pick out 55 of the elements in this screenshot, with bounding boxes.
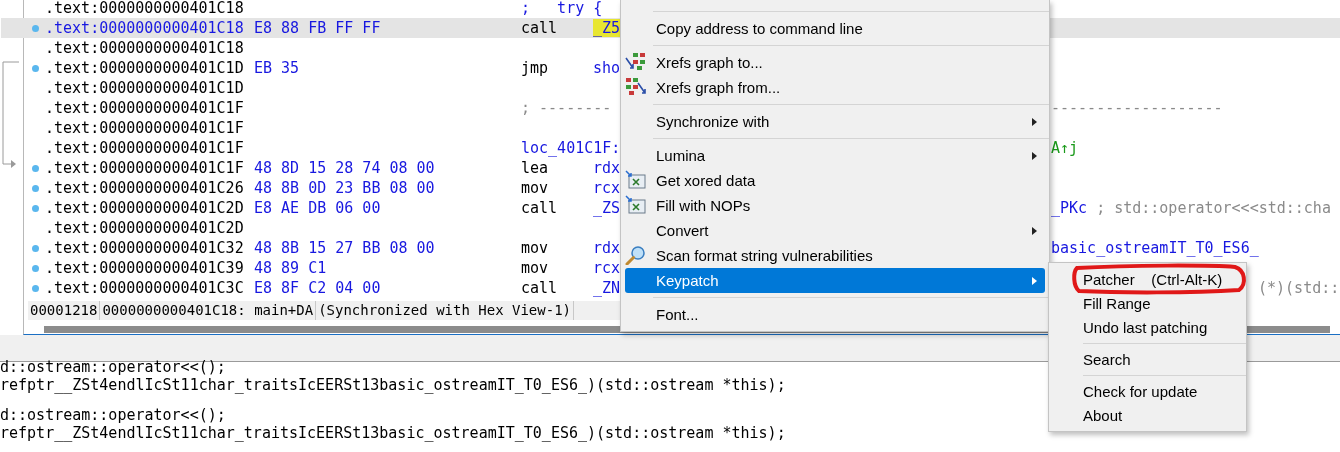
mnemonic-text: mov [521, 179, 550, 197]
operand-text: _ZS [593, 199, 621, 217]
address-text: .text:0000000000401C1D [45, 59, 245, 77]
address-text: .text:0000000000401C1F [45, 99, 245, 117]
address-text: .text:0000000000401C1D [45, 79, 245, 97]
address-text: .text:0000000000401C18 [45, 0, 245, 17]
opcode-bytes: E8 AE DB 06 00 [254, 199, 382, 217]
opcode-bytes: 48 89 C1 [254, 259, 328, 277]
address-text: .text:0000000000401C39 [45, 259, 245, 277]
code-line: refptr__ZSt4endlIcSt11char_traitsIcEERSt13basic_ostreamIT_T0_ES6_)(std::ostream *this); [0, 376, 786, 394]
address-text: .text:0000000000401C26 [45, 179, 245, 197]
address-text: .text:0000000000401C32 [45, 239, 245, 257]
operand-text: rdx [593, 159, 621, 177]
code-line: refptr__ZSt4endlIcSt11char_traitsIcEERSt13basic_ostreamIT_T0_ES6_)(std::ostream *this); [0, 424, 786, 442]
xref-text: A↑j [1051, 139, 1079, 157]
address-text: .text:0000000000401C3C [45, 279, 245, 297]
mnemonic-text: call [521, 19, 559, 37]
mnemonic-text: call [521, 279, 559, 297]
address-text: .text:0000000000401C18 [45, 39, 245, 57]
code-line: d::ostream::operator<<(); [0, 358, 226, 376]
opcode-bytes: E8 88 FB FF FF [254, 19, 382, 37]
opcode-bytes: EB 35 [254, 59, 301, 77]
comment-text: (*)(std:: [1258, 279, 1340, 297]
highlighted-operand: _Z5 [593, 19, 621, 37]
mnemonic-text: mov [521, 239, 550, 257]
status-text: 0000000000401C18: main+DA [100, 301, 317, 320]
opcode-bytes: E8 8F C2 04 00 [254, 279, 382, 297]
code-label: loc_401C1F: [521, 139, 621, 157]
address-text: .text:0000000000401C2D [45, 219, 245, 237]
address-text: .text:0000000000401C1F [45, 119, 245, 137]
mnemonic-text: call [521, 199, 559, 217]
comment-text: ; -------- [521, 99, 612, 117]
status-text: (Synchronized with Hex View-1) [316, 301, 575, 320]
opcode-bytes: 48 8D 15 28 74 08 00 [254, 159, 436, 177]
mnemonic-text: mov [521, 259, 550, 277]
code-line: d::ostream::operator<<(); [0, 406, 226, 424]
operand-text: rcx [593, 179, 621, 197]
mnemonic-text: lea [521, 159, 550, 177]
address-text: .text:0000000000401C2D [45, 199, 245, 217]
operand-text: sho [593, 59, 621, 77]
operand-text: rcx [593, 259, 621, 277]
symbol-text: basic_ostreamIT_T0_ES6_ [1051, 239, 1259, 257]
status-text: 00001218 [28, 301, 101, 320]
symbol-text: _PKc [1051, 199, 1088, 217]
operand-text: _ZN [593, 279, 621, 297]
comment-text: ------------------- [1051, 99, 1223, 117]
opcode-bytes: 48 8B 15 27 BB 08 00 [254, 239, 436, 257]
operand-text: rdx [593, 239, 621, 257]
address-text: .text:0000000000401C18 [45, 19, 245, 37]
address-text: .text:0000000000401C1F [45, 139, 245, 157]
comment-text: ; try { [521, 0, 603, 17]
comment-text: ; std::operator<<<std::cha [1096, 199, 1331, 217]
opcode-bytes: 48 8B 0D 23 BB 08 00 [254, 179, 436, 197]
address-text: .text:0000000000401C1F [45, 159, 245, 177]
mnemonic-text: jmp [521, 59, 550, 77]
